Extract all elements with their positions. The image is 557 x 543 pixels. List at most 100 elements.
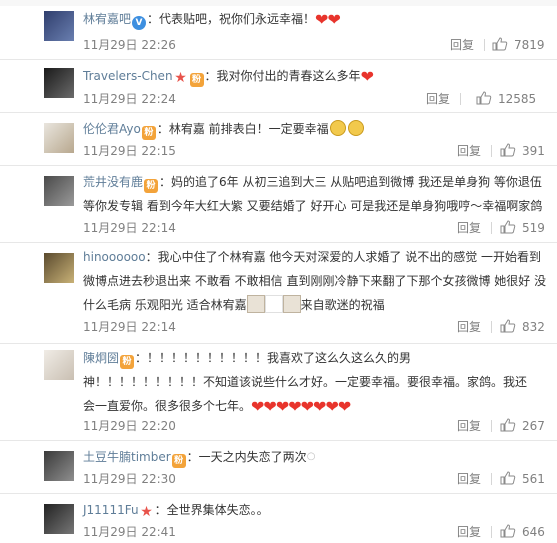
username-link[interactable]: Travelers-Chen (83, 69, 173, 83)
comment-item: 陳炯圀粉：！！！！！！！！！！我喜欢了这么久这么久的男 神！！！！！！！！！不知… (0, 344, 557, 440)
avatar[interactable] (44, 504, 74, 534)
comment-time: 11月29日 22:26 (83, 38, 176, 52)
avatar-image (44, 350, 74, 380)
fan-badge-icon: 粉 (144, 179, 159, 193)
like-button[interactable]: 832 (500, 319, 545, 335)
avatar[interactable] (44, 123, 74, 153)
heart-emoji-icon: ❤❤❤❤❤❤❤❤ (251, 397, 351, 416)
comment-time: 11月29日 22:41 (83, 525, 176, 539)
divider (460, 93, 461, 105)
reply-button[interactable]: 回复 (426, 91, 450, 107)
comment-item: 荒井没有鹿粉：妈的追了6年 从初三追到大三 从贴吧追到微博 我还是单身狗 等你退… (0, 166, 557, 242)
divider (491, 526, 492, 538)
username-link[interactable]: 林宥嘉吧 (83, 12, 131, 26)
thumbs-up-icon (500, 471, 516, 485)
comment-item: 伦伦君Ayo 粉：林宥嘉 前排表白！一定要幸福 11月29日 22:15 回复 3… (0, 113, 557, 165)
username-link[interactable]: J11111Fu (83, 503, 139, 517)
like-button[interactable]: 561 (500, 471, 545, 487)
dot-icon: ○ (306, 451, 316, 462)
avatar[interactable] (44, 11, 74, 41)
avatar-image (44, 451, 74, 481)
comment-text: Travelers-Chen ★ 粉：我对你付出的青春这么多年❤ (83, 64, 547, 89)
reply-button[interactable]: 回复 (450, 37, 474, 53)
avatar-image (44, 176, 74, 206)
username-link[interactable]: 伦伦君Ayo (83, 122, 141, 136)
reply-button[interactable]: 回复 (457, 319, 481, 335)
star-icon: ★ (174, 70, 187, 86)
comment-time: 11月29日 22:24 (83, 92, 176, 106)
sticker-image (282, 295, 301, 313)
avatar[interactable] (44, 350, 74, 380)
avatar-image (44, 68, 74, 98)
thumbs-up-icon (492, 37, 508, 51)
reply-button[interactable]: 回复 (457, 524, 481, 540)
avatar[interactable] (44, 68, 74, 98)
like-button[interactable]: 7819 (492, 37, 545, 53)
avatar-image (44, 123, 74, 153)
comment-item: J11111Fu ★ ：全世界集体失恋。。 11月29日 22:41 回复 646 (0, 494, 557, 543)
verified-icon: V (132, 16, 147, 30)
smile-emoji-icon (347, 120, 364, 136)
comment-line: 会一直爱你。很多很多个七年。❤❤❤❤❤❤❤❤ (83, 394, 547, 419)
like-button[interactable]: 391 (500, 143, 545, 159)
like-button[interactable]: 646 (500, 524, 545, 540)
comment-content: ：！！！！！！！！！！我喜欢了这么久这么久的男 (135, 351, 412, 365)
reply-button[interactable]: 回复 (457, 418, 481, 434)
like-count: 391 (522, 144, 545, 158)
fan-badge-icon: 粉 (120, 355, 135, 369)
reply-button[interactable]: 回复 (457, 143, 481, 159)
like-button[interactable]: 12585 (476, 91, 536, 107)
avatar-image (44, 504, 74, 534)
heart-emoji-icon: ❤ (360, 67, 374, 86)
comment-text: hinoooooo：我心中住了个林宥嘉 他今天对深爱的人求婚了 说不出的感觉 一… (83, 245, 547, 317)
comment-time: 11月29日 22:14 (83, 221, 176, 235)
comment-time: 11月29日 22:14 (83, 320, 176, 334)
reply-button[interactable]: 回复 (457, 471, 481, 487)
comment-line: 陳炯圀粉：！！！！！！！！！！我喜欢了这么久这么久的男 (83, 346, 547, 370)
comment-time: 11月29日 22:30 (83, 472, 176, 486)
username-link[interactable]: 荒井没有鹿 (83, 175, 143, 189)
smile-emoji-icon (329, 120, 346, 136)
comment-content: ：代表贴吧，祝你们永远幸福！ (147, 12, 316, 26)
sticker-image (246, 295, 265, 313)
thumbs-up-icon (500, 220, 516, 234)
avatar[interactable] (44, 451, 74, 481)
comment-text: 陳炯圀粉：！！！！！！！！！！我喜欢了这么久这么久的男 神！！！！！！！！！不知… (83, 346, 547, 419)
comment-content: 会一直爱你。很多很多个七年。 (83, 399, 252, 413)
comment-content: ：一天之内失恋了两次 (186, 450, 307, 464)
star-icon: ★ (140, 504, 153, 520)
like-count: 7819 (514, 38, 545, 52)
thumbs-up-icon (500, 418, 516, 432)
like-button[interactable]: 519 (500, 220, 545, 236)
comment-time: 11月29日 22:15 (83, 144, 176, 158)
comment-content: ：我对你付出的青春这么多年 (204, 69, 361, 83)
comment-text: J11111Fu ★ ：全世界集体失恋。。 (83, 498, 547, 522)
username-link[interactable]: 陳炯圀 (83, 351, 119, 365)
thumbs-up-icon (500, 524, 516, 538)
reply-button[interactable]: 回复 (457, 220, 481, 236)
like-count: 561 (522, 472, 545, 486)
fan-badge-icon: 粉 (171, 454, 186, 468)
username-link[interactable]: hinoooooo (83, 250, 146, 264)
username-link[interactable]: 土豆牛腩timber (83, 450, 171, 464)
fan-badge-icon: 粉 (189, 73, 204, 87)
comment-text: 荒井没有鹿粉：妈的追了6年 从初三追到大三 从贴吧追到微博 我还是单身狗 等你退… (83, 170, 547, 218)
thumbs-up-icon (500, 319, 516, 333)
comment-item: hinoooooo：我心中住了个林宥嘉 他今天对深爱的人求婚了 说不出的感觉 一… (0, 243, 557, 343)
fan-badge-icon: 粉 (141, 126, 156, 140)
like-count: 12585 (498, 92, 537, 106)
comment-text: 土豆牛腩timber 粉：一天之内失恋了两次○ (83, 445, 547, 469)
divider (491, 420, 492, 432)
avatar[interactable] (44, 176, 74, 206)
comment-item: 土豆牛腩timber 粉：一天之内失恋了两次○ 11月29日 22:30 回复 5… (0, 441, 557, 493)
comment-time: 11月29日 22:20 (83, 419, 176, 433)
divider (491, 321, 492, 333)
avatar[interactable] (44, 253, 74, 283)
heart-emoji-icon: ❤❤ (315, 10, 341, 29)
avatar-image (44, 11, 74, 41)
comment-content: ：全世界集体失恋。。 (154, 503, 269, 517)
like-button[interactable]: 267 (500, 418, 545, 434)
comment-item: Travelers-Chen ★ 粉：我对你付出的青春这么多年❤ 11月29日 22… (0, 60, 557, 112)
thumbs-up-icon (476, 91, 492, 105)
thumbs-up-icon (500, 143, 516, 157)
